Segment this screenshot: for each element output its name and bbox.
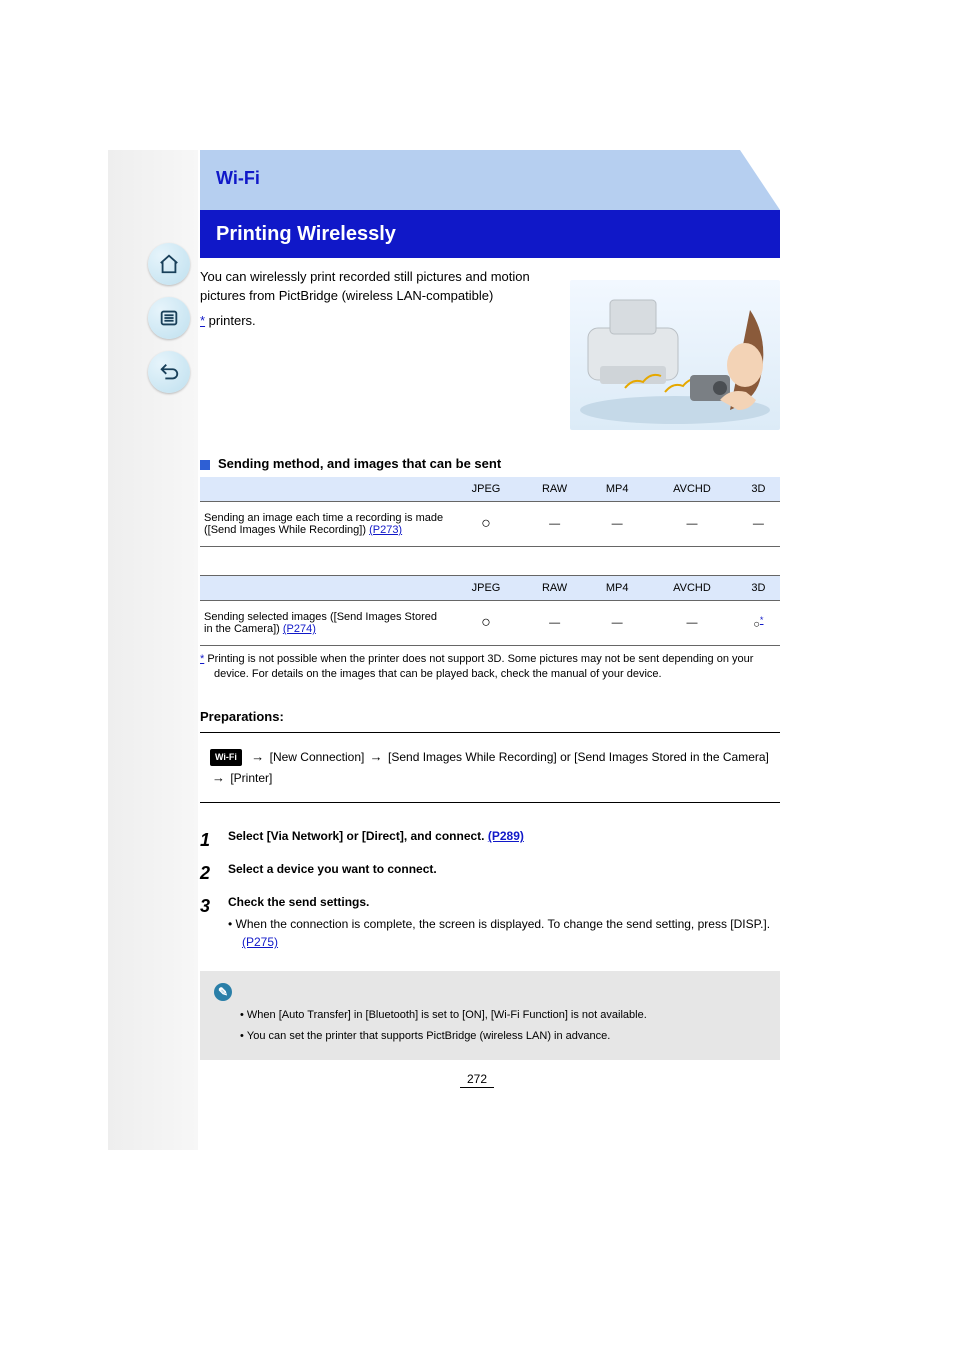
- note-icon: ✎: [214, 983, 232, 1001]
- preparations-box: Wi-Fi → [New Connection] → [Send Images …: [200, 732, 780, 804]
- step-2-title: Select a device you want to connect.: [228, 860, 780, 878]
- row2-label: Sending selected images ([Send Images St…: [204, 611, 437, 635]
- intro-p1: You can wirelessly print recorded still …: [200, 268, 540, 306]
- banner-title: Printing Wirelessly: [200, 210, 780, 258]
- row1-3d: —: [737, 502, 780, 547]
- row2-raw: —: [522, 601, 587, 646]
- row2-3d: ○*: [737, 601, 780, 646]
- row1-mp4: —: [587, 502, 647, 547]
- banner: Wi-Fi Printing Wirelessly: [200, 150, 780, 258]
- step-3-title: Check the send settings.: [228, 893, 780, 911]
- col2-3d: 3D: [737, 576, 780, 601]
- prep-seg1: [New Connection]: [270, 750, 368, 764]
- step-1-num: 1: [200, 827, 228, 854]
- row2-3d-footnote-link[interactable]: *: [760, 615, 764, 625]
- col-jpeg: JPEG: [450, 477, 522, 502]
- list-icon[interactable]: [148, 297, 190, 339]
- printer-illustration: [570, 280, 780, 430]
- prep-seg2: [Send Images While Recording] or [Send I…: [388, 750, 769, 764]
- col2-avchd: AVCHD: [647, 576, 737, 601]
- modes-table-2: JPEG RAW MP4 AVCHD 3D Sending selected i…: [200, 575, 780, 646]
- arrow-icon: →: [370, 749, 383, 764]
- step-1-title: Select [Via Network] or [Direct], and co…: [228, 829, 485, 843]
- arrow-icon: →: [251, 749, 264, 764]
- row1-raw: —: [522, 502, 587, 547]
- step-3-sub1-link[interactable]: (P275): [242, 935, 278, 949]
- note-bullet-1: When [Auto Transfer] in [Bluetooth] is s…: [240, 1007, 766, 1024]
- col2-mp4: MP4: [587, 576, 647, 601]
- row1-link[interactable]: (P273): [369, 524, 402, 536]
- nav-icons: [148, 243, 190, 405]
- home-icon[interactable]: [148, 243, 190, 285]
- col2-jpeg: JPEG: [450, 576, 522, 601]
- note-bullet-2: You can set the printer that supports Pi…: [240, 1028, 766, 1045]
- footnote-marker[interactable]: *: [200, 653, 204, 665]
- steps: 1 Select [Via Network] or [Direct], and …: [200, 827, 780, 953]
- arrow-icon: →: [212, 770, 225, 785]
- intro-p2-suffix: printers.: [205, 313, 256, 328]
- row1-label: Sending an image each time a recording i…: [204, 512, 443, 536]
- intro-text: You can wirelessly print recorded still …: [200, 268, 540, 331]
- prep-seg3: [Printer]: [230, 771, 272, 785]
- footnote: * Printing is not possible when the prin…: [200, 652, 780, 683]
- back-icon[interactable]: [148, 351, 190, 393]
- row2-link[interactable]: (P274): [283, 623, 316, 635]
- row2-mp4: —: [587, 601, 647, 646]
- bullet-square-icon: [200, 460, 210, 470]
- col2-raw: RAW: [522, 576, 587, 601]
- row1-avchd: —: [647, 502, 737, 547]
- step-3-sub1: • When the connection is complete, the s…: [228, 917, 770, 931]
- col-mp4: MP4: [587, 477, 647, 502]
- col-raw: RAW: [522, 477, 587, 502]
- row1-jpeg: ○: [450, 502, 522, 547]
- row2-jpeg: ○: [450, 601, 522, 646]
- row2-avchd: —: [647, 601, 737, 646]
- note-box: ✎ When [Auto Transfer] in [Bluetooth] is…: [200, 971, 780, 1060]
- step-2-num: 2: [200, 860, 228, 887]
- page-number: 272: [0, 1072, 954, 1088]
- col-avchd: AVCHD: [647, 477, 737, 502]
- wifi-badge-icon: Wi-Fi: [210, 749, 242, 765]
- modes-table-1: JPEG RAW MP4 AVCHD 3D Sending an image e…: [200, 477, 780, 547]
- col-3d: 3D: [737, 477, 780, 502]
- banner-category: Wi-Fi: [216, 168, 260, 189]
- sending-method-heading: Sending method, and images that can be s…: [200, 456, 780, 471]
- content: Wi-Fi Printing Wirelessly You can wirele…: [200, 150, 780, 1060]
- step-3-num: 3: [200, 893, 228, 953]
- step-1-link[interactable]: (P289): [488, 829, 524, 843]
- preparations-heading: Preparations:: [200, 709, 780, 724]
